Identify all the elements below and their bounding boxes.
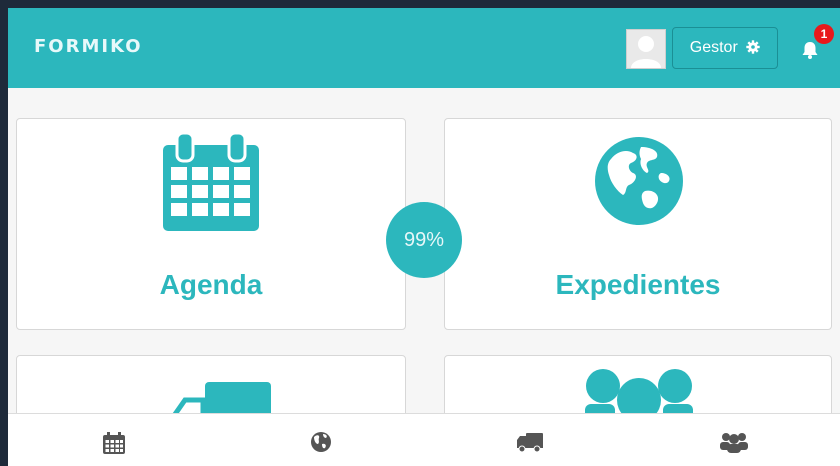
user-silhouette-icon — [631, 36, 661, 68]
users-icon — [720, 433, 748, 453]
bell-icon[interactable] — [800, 40, 820, 60]
globe-icon — [595, 137, 683, 225]
expedientes-card-title: Expedientes — [555, 269, 721, 300]
agenda-card-title: Agenda — [159, 269, 263, 300]
truck-icon — [517, 433, 543, 453]
top-bar: FORMIKO Gestor 1 — [8, 8, 840, 88]
notification-badge: 1 — [814, 24, 834, 44]
agenda-card[interactable]: Agenda — [16, 118, 406, 330]
nav-expedientes[interactable] — [310, 431, 340, 455]
user-menu-button[interactable]: Gestor — [672, 27, 778, 69]
avatar[interactable] — [626, 29, 666, 69]
calendar-icon — [163, 131, 259, 231]
calendar-icon — [103, 432, 125, 454]
globe-icon — [311, 432, 331, 452]
progress-indicator: 99% — [386, 202, 462, 278]
app-logo[interactable]: FORMIKO — [34, 36, 143, 57]
nav-transport[interactable] — [516, 431, 546, 455]
nav-agenda[interactable] — [102, 431, 132, 455]
app-window: FORMIKO Gestor 1 Agenda Expedientes 99% — [8, 8, 840, 466]
bottom-nav — [8, 413, 840, 466]
nav-clients[interactable] — [720, 431, 750, 455]
user-menu-label: Gestor — [689, 39, 738, 56]
expedientes-card[interactable]: Expedientes — [444, 118, 832, 330]
gear-icon — [746, 40, 760, 54]
